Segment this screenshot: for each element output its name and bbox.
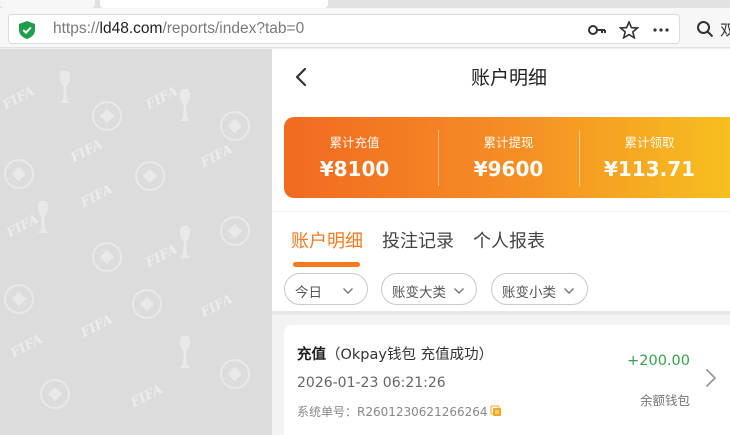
- search-icon: [697, 21, 714, 38]
- stat-value: ¥9600: [473, 157, 544, 181]
- address-bar[interactable]: https://ld48.com/reports/index?tab=0: [8, 14, 680, 44]
- fifa-watermark: FIFA: [78, 181, 116, 212]
- soccer-ball-icon: [92, 101, 122, 131]
- soccer-ball-icon: [40, 379, 70, 409]
- soccer-ball-icon: [220, 216, 250, 246]
- nav-bar: 账户明细: [272, 49, 730, 105]
- background-pattern: FIFA FIFA FIFA FIFA FIFA FIFA FIFA FIFA …: [0, 49, 272, 435]
- fifa-watermark: FIFA: [143, 83, 181, 114]
- browser-toolbar: https://ld48.com/reports/index?tab=0 双: [0, 8, 730, 48]
- trophy-icon: [59, 71, 71, 103]
- url-path: /reports/index?tab=0: [162, 20, 305, 37]
- fifa-watermark: FIFA: [128, 381, 166, 412]
- trophy-icon: [179, 89, 191, 121]
- soccer-ball-icon: [92, 242, 122, 272]
- tab-account-details[interactable]: 账户明细: [291, 227, 363, 253]
- chevron-down-icon: [564, 288, 574, 294]
- trophy-icon: [37, 201, 49, 233]
- record-time: 2026-01-23 06:21:26: [297, 375, 446, 391]
- fifa-watermark: FIFA: [78, 311, 116, 342]
- tab-bet-records[interactable]: 投注记录: [382, 227, 454, 253]
- filter-minor-category-dropdown[interactable]: 账变小类: [491, 273, 588, 305]
- summary-card: 累计充值 ¥8100 累计提现 ¥9600 累计领取 ¥113.71: [284, 117, 730, 198]
- trophy-icon: [179, 336, 191, 368]
- chevron-down-icon: [343, 288, 353, 294]
- tab-bar: 账户明细 投注记录 个人报表: [272, 221, 730, 269]
- active-tab-indicator: [293, 262, 360, 267]
- order-label: 系统单号：: [297, 405, 358, 419]
- soccer-ball-icon: [4, 159, 34, 189]
- transaction-record[interactable]: 充值（Okpay钱包 充值成功） 2026-01-23 06:21:26 系统单…: [284, 325, 730, 435]
- search-label: 双: [720, 21, 730, 39]
- stat-total-deposit: 累计充值 ¥8100: [284, 117, 425, 198]
- record-type: 充值: [297, 347, 326, 363]
- url-scheme: https://: [53, 20, 100, 37]
- tab-strip: [0, 0, 730, 8]
- page-title: 账户明细: [470, 67, 547, 89]
- shield-check-icon[interactable]: [19, 21, 35, 39]
- fifa-watermark: FIFA: [143, 241, 181, 272]
- chevron-right-icon[interactable]: [704, 367, 718, 389]
- chevron-down-icon: [454, 288, 464, 294]
- stat-total-withdraw: 累计提现 ¥9600: [438, 117, 579, 198]
- copy-icon[interactable]: [490, 405, 502, 417]
- tab-personal-report[interactable]: 个人报表: [473, 227, 545, 253]
- fifa-watermark: FIFA: [8, 331, 46, 362]
- record-order: 系统单号：R2601230621266264: [297, 403, 488, 420]
- filter-label: 账变大类: [392, 285, 446, 301]
- record-wallet: 余额钱包: [639, 393, 690, 408]
- section-divider: [272, 211, 730, 212]
- browser-search-button[interactable]: 双: [690, 17, 730, 41]
- filter-label: 账变小类: [502, 285, 556, 301]
- filter-major-category-dropdown[interactable]: 账变大类: [381, 273, 477, 305]
- filter-label: 今日: [295, 285, 322, 301]
- browser-tab-active[interactable]: [100, 0, 328, 8]
- fifa-watermark: FIFA: [0, 83, 38, 114]
- order-number: R2601230621266264: [357, 405, 488, 419]
- soccer-ball-icon: [220, 111, 250, 141]
- filter-bar: 今日 账变大类 账变小类: [272, 269, 730, 311]
- favorite-star-icon[interactable]: [619, 21, 639, 39]
- url-text[interactable]: https://ld48.com/reports/index?tab=0: [53, 20, 304, 38]
- soccer-ball-icon: [4, 284, 34, 314]
- more-options-icon[interactable]: [651, 21, 671, 39]
- soccer-ball-icon: [135, 161, 165, 191]
- record-amount: +200.00: [627, 353, 690, 369]
- stat-label: 累计提现: [483, 135, 534, 150]
- browser-tab-previous[interactable]: [0, 0, 95, 8]
- key-icon[interactable]: [587, 21, 607, 39]
- stat-label: 累计充值: [329, 135, 380, 150]
- fifa-watermark: FIFA: [68, 136, 106, 167]
- filter-date-dropdown[interactable]: 今日: [284, 273, 368, 305]
- fifa-watermark: FIFA: [4, 211, 42, 242]
- stat-total-claimed: 累计领取 ¥113.71: [579, 117, 720, 198]
- fifa-watermark: FIFA: [198, 141, 236, 172]
- url-host: ld48.com: [99, 20, 163, 37]
- account-details-page: 账户明细 累计充值 ¥8100 累计提现 ¥9600 累计领取 ¥113.71 …: [272, 49, 730, 435]
- soccer-ball-icon: [220, 359, 250, 389]
- record-title: 充值（Okpay钱包 充值成功）: [297, 343, 493, 364]
- stat-label: 累计领取: [624, 135, 675, 150]
- stat-value: ¥113.71: [603, 157, 696, 181]
- stat-value: ¥8100: [319, 157, 390, 181]
- record-detail: （Okpay钱包 充值成功）: [326, 347, 494, 363]
- fifa-watermark: FIFA: [198, 291, 236, 322]
- soccer-ball-icon: [132, 289, 162, 319]
